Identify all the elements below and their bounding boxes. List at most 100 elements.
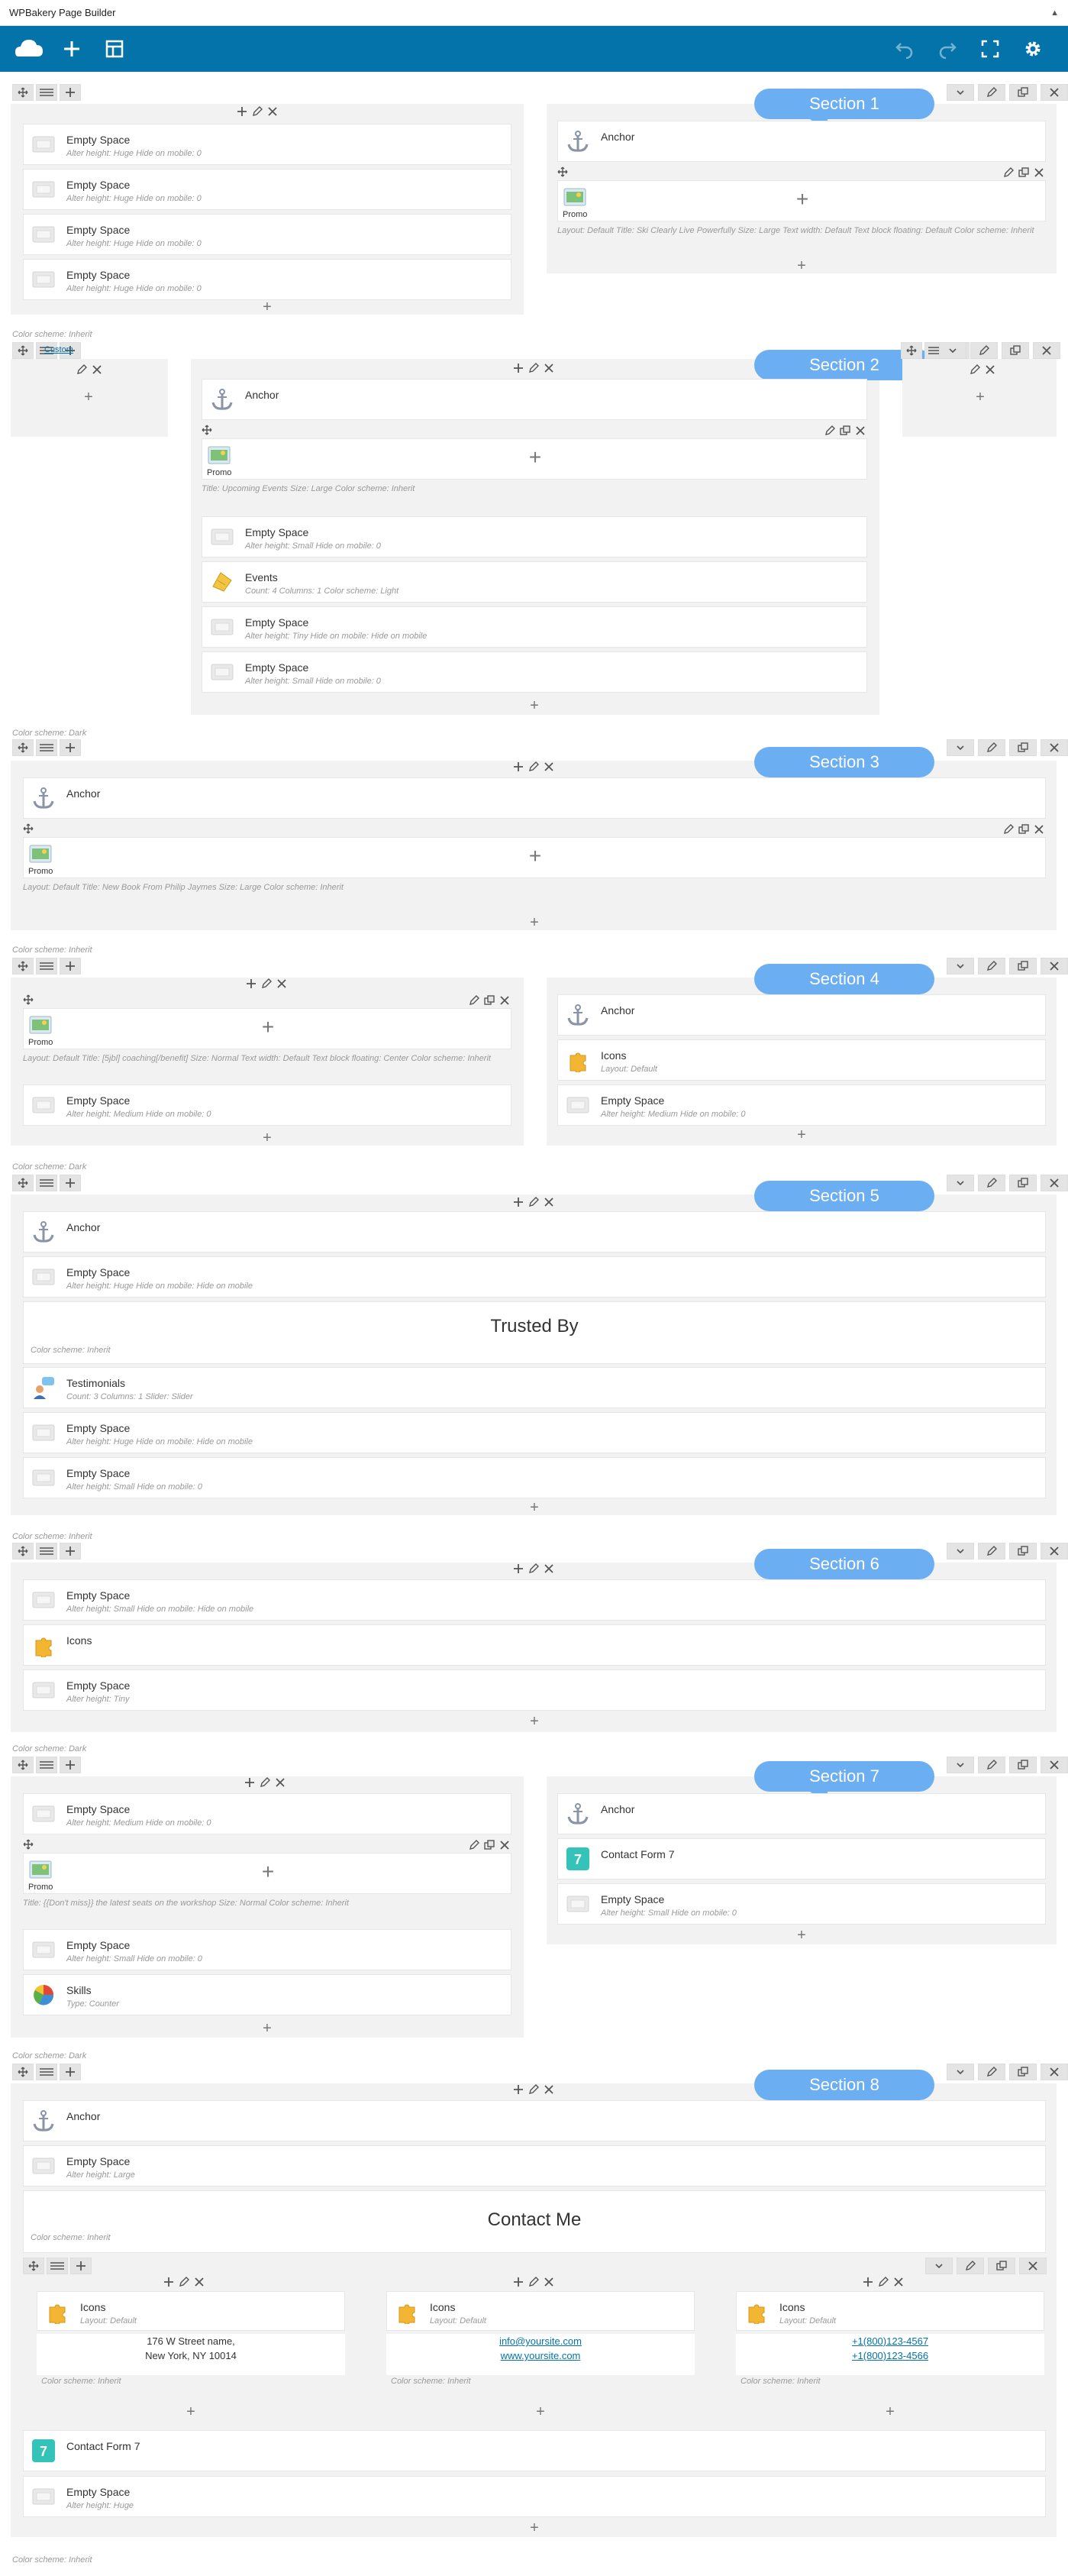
inner-row-clone-icon[interactable] xyxy=(484,1840,495,1854)
column-edit-icon[interactable] xyxy=(528,1563,539,1577)
column-delete-icon[interactable] xyxy=(544,2277,554,2290)
row-add-column-icon[interactable] xyxy=(70,2258,92,2274)
row-clone-icon[interactable] xyxy=(988,2258,1015,2274)
inner-row-delete-icon[interactable] xyxy=(855,425,866,439)
templates-icon[interactable] xyxy=(96,31,133,67)
promo-element[interactable]: Promo + xyxy=(23,837,1046,878)
column-add-icon[interactable] xyxy=(237,106,247,120)
add-element-icon[interactable] xyxy=(53,31,90,67)
row-delete-icon[interactable] xyxy=(1041,958,1068,974)
empty-space-element[interactable]: Empty Space Alter height: Medium Hide on … xyxy=(557,1084,1046,1126)
inner-row-clone-icon[interactable] xyxy=(1018,824,1029,838)
column-add-icon[interactable] xyxy=(513,2277,524,2290)
column-edit-icon[interactable] xyxy=(179,2277,189,2290)
row-toggle-icon[interactable] xyxy=(947,739,974,756)
empty-space-element[interactable]: Empty Space Alter height: Huge Hide on mo… xyxy=(23,214,511,255)
row-delete-icon[interactable] xyxy=(1041,1543,1068,1559)
promo-element[interactable]: Promo + xyxy=(23,1853,511,1894)
row-edit-icon[interactable] xyxy=(978,958,1005,974)
row-clone-icon[interactable] xyxy=(1009,1175,1037,1191)
row-layout-icon[interactable] xyxy=(36,739,57,756)
empty-space-element[interactable]: Empty Space Alter height: Tiny Hide on mo… xyxy=(202,606,867,648)
row-layout-icon[interactable] xyxy=(36,1757,57,1773)
empty-space-element[interactable]: Empty Space Alter height: Medium Hide on … xyxy=(23,1084,511,1126)
inner-row-edit-icon[interactable] xyxy=(469,995,479,1009)
add-element-icon[interactable]: + xyxy=(794,258,809,273)
column-add-icon[interactable] xyxy=(513,761,524,775)
icons-element[interactable]: Icons Layout: Default xyxy=(386,2291,695,2331)
promo-add-icon[interactable]: + xyxy=(260,1861,276,1883)
row-delete-icon[interactable] xyxy=(1041,739,1068,756)
add-element-icon[interactable]: + xyxy=(527,2520,542,2536)
column-add-icon[interactable] xyxy=(513,363,524,377)
column-add-icon[interactable] xyxy=(163,2277,174,2290)
row-move-icon[interactable] xyxy=(12,739,34,756)
trusted-by-heading[interactable]: Trusted By xyxy=(23,1301,1046,1364)
column-delete-icon[interactable] xyxy=(194,2277,205,2290)
empty-space-element[interactable]: Empty Space Alter height: Huge Hide on mo… xyxy=(23,1412,1046,1453)
column-edit-icon[interactable] xyxy=(528,1197,539,1210)
inner-row-move-icon[interactable] xyxy=(557,166,568,181)
skills-element[interactable]: Skills Type: Counter xyxy=(23,1974,511,2015)
row-layout-icon[interactable] xyxy=(36,1543,57,1559)
column-delete-icon[interactable] xyxy=(276,978,287,992)
inner-row-delete-icon[interactable] xyxy=(1034,167,1044,181)
anchor-element[interactable]: Anchor xyxy=(23,777,1046,819)
collapse-arrow-icon[interactable]: ▲ xyxy=(1050,8,1059,18)
add-element-icon[interactable]: + xyxy=(260,2021,275,2036)
row-toggle-icon[interactable] xyxy=(947,2064,974,2080)
empty-space-element[interactable]: Empty Space Alter height: Small Hide on m… xyxy=(202,651,867,693)
column-edit-icon[interactable] xyxy=(261,978,272,992)
add-element-icon[interactable]: + xyxy=(527,915,542,930)
promo-add-icon[interactable]: + xyxy=(528,845,543,867)
column-delete-icon[interactable] xyxy=(985,364,995,378)
row-add-column-icon[interactable] xyxy=(60,739,81,756)
promo-element[interactable]: Promo + xyxy=(202,438,867,480)
anchor-element[interactable]: Anchor xyxy=(557,994,1046,1036)
column-add-icon[interactable] xyxy=(244,1777,255,1791)
email-link[interactable]: info@yoursite.com xyxy=(386,2334,695,2348)
row-edit-icon[interactable] xyxy=(978,1175,1005,1191)
inner-row-move-icon[interactable] xyxy=(23,823,34,838)
column-add-icon[interactable] xyxy=(863,2277,873,2290)
inner-row-edit-icon[interactable] xyxy=(1003,824,1014,838)
column-add-icon[interactable] xyxy=(513,1563,524,1577)
anchor-element[interactable]: Anchor xyxy=(557,1793,1046,1834)
empty-space-element[interactable]: Empty Space Alter height: Small Hide on m… xyxy=(23,1929,511,1970)
undo-icon[interactable] xyxy=(886,31,923,67)
row-layout-icon[interactable] xyxy=(36,1175,57,1191)
empty-space-element[interactable]: Empty Space Alter height: Large xyxy=(23,2145,1046,2187)
column-delete-icon[interactable] xyxy=(544,1563,554,1577)
column-delete-icon[interactable] xyxy=(544,761,554,775)
promo-element[interactable]: Promo + xyxy=(23,1008,511,1049)
empty-space-element[interactable]: Empty Space Alter height: Small Hide on m… xyxy=(23,1457,1046,1498)
promo-add-icon[interactable]: + xyxy=(795,189,810,210)
add-element-icon[interactable]: + xyxy=(794,1928,809,1943)
row-edit-icon[interactable] xyxy=(978,1757,1005,1773)
column-add-icon[interactable] xyxy=(513,1197,524,1210)
row-add-column-icon[interactable] xyxy=(60,84,81,101)
anchor-element[interactable]: Anchor xyxy=(23,2100,1046,2141)
phone-link-2[interactable]: +1(800)123-4566 xyxy=(736,2348,1044,2363)
row-toggle-icon[interactable] xyxy=(947,1543,974,1559)
row-move-icon[interactable] xyxy=(901,342,922,359)
anchor-element[interactable]: Anchor xyxy=(202,379,867,420)
row-delete-icon[interactable] xyxy=(1041,2064,1068,2080)
inner-row-clone-icon[interactable] xyxy=(1018,167,1029,181)
row-edit-icon[interactable] xyxy=(978,739,1005,756)
row-clone-icon[interactable] xyxy=(1009,739,1037,756)
inner-row-clone-icon[interactable] xyxy=(484,995,495,1009)
row-toggle-icon[interactable] xyxy=(947,958,974,974)
row-move-icon[interactable] xyxy=(12,84,34,101)
custom-link[interactable]: Custom xyxy=(44,345,73,354)
column-delete-icon[interactable] xyxy=(544,1197,554,1210)
add-element-icon[interactable]: + xyxy=(973,389,988,405)
add-element-icon[interactable]: + xyxy=(882,2404,898,2419)
anchor-element[interactable]: Anchor xyxy=(557,121,1046,162)
row-edit-icon[interactable] xyxy=(978,2064,1005,2080)
wpbakery-logo-icon[interactable] xyxy=(11,31,47,67)
column-edit-icon[interactable] xyxy=(970,364,980,378)
empty-space-element[interactable]: Empty Space Alter height: Small Hide on m… xyxy=(557,1883,1046,1925)
row-clone-icon[interactable] xyxy=(1009,84,1037,101)
row-toggle-icon[interactable] xyxy=(925,2258,953,2274)
